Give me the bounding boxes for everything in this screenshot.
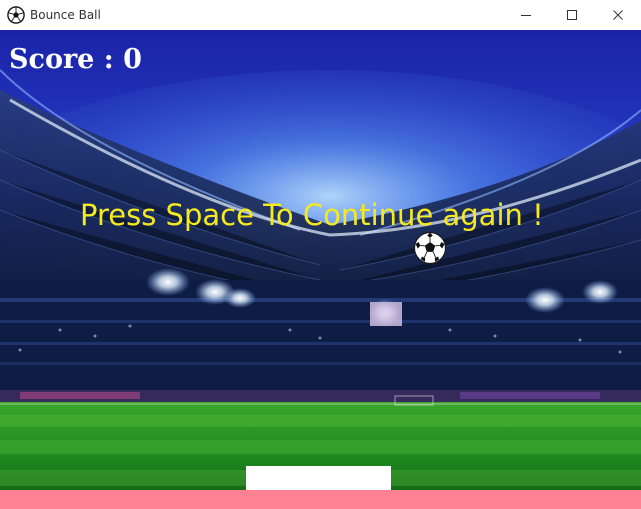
minimize-icon [521,15,531,16]
maximize-button[interactable] [549,0,595,30]
soccer-ball-icon [413,231,447,265]
score-label: Score : 0 [9,44,142,75]
title-bar: Bounce Ball [0,0,641,30]
game-window: Bounce Ball Score: 0 Press Space To Con… [0,0,641,509]
window-title: Bounce Ball [30,8,101,22]
continue-message: Press Space To Continue again ! [80,198,544,232]
soccer-ball-icon [7,6,25,24]
close-button[interactable] [595,0,641,30]
maximize-icon [567,10,577,20]
game-canvas[interactable]: Score : 0 Press Space To Continue again … [0,30,641,509]
minimize-button[interactable] [503,0,549,30]
stadium-background [0,30,641,509]
close-icon [613,10,623,20]
paddle[interactable] [246,466,391,490]
ground-bar [0,490,641,509]
